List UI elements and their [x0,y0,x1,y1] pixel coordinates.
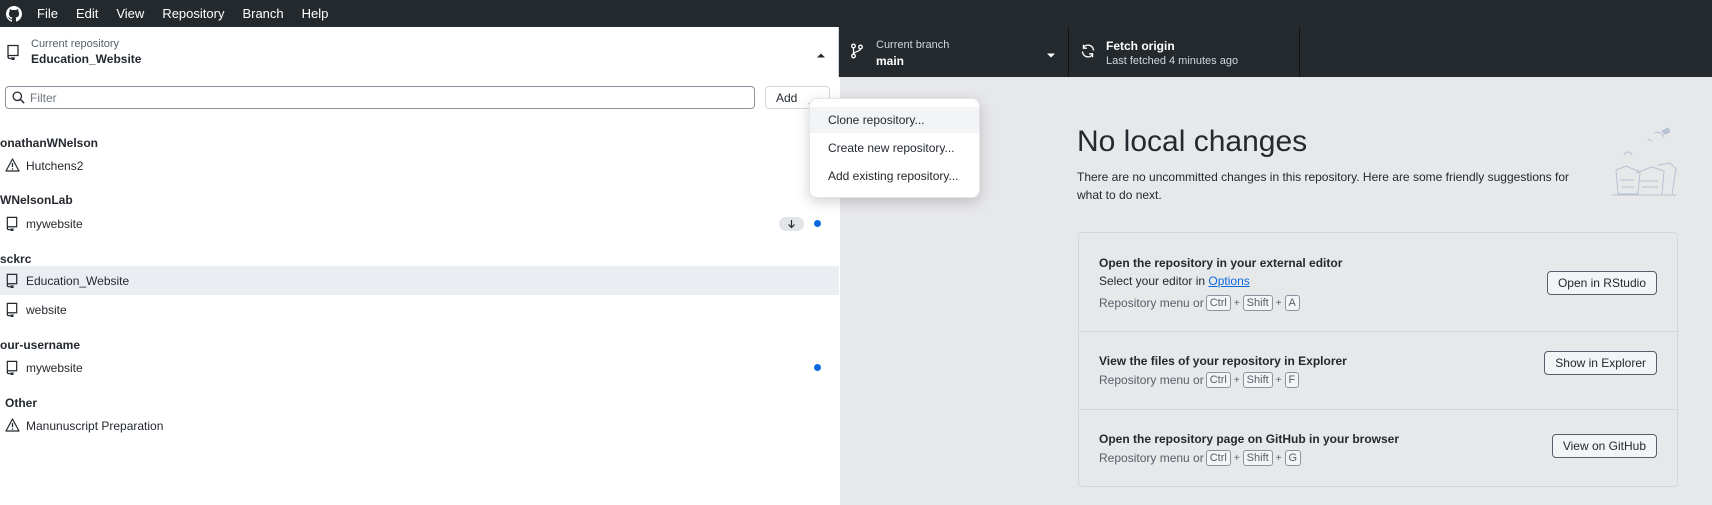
key-shift: Shift [1242,450,1273,466]
repo-name: Education_Website [26,274,130,288]
list-item-website[interactable]: website [0,295,839,324]
plus-sign: + [1275,452,1282,464]
group-header: our-username [0,338,81,352]
repo-icon [5,302,19,320]
github-logo-icon [0,0,28,27]
last-fetched-text: Last fetched 4 minutes ago [1106,55,1239,67]
list-item-manuscript-preparation[interactable]: Manunuscript Preparation [0,411,839,440]
search-icon [12,91,25,107]
fetch-origin-button[interactable]: Fetch origin Last fetched 4 minutes ago [1070,27,1300,77]
options-link[interactable]: Options [1208,274,1249,288]
page-title: No local changes [1077,125,1308,158]
key-shift: Shift [1242,372,1273,388]
current-repository-value: Education_Website [31,52,142,66]
key-ctrl: Ctrl [1205,295,1231,311]
repo-name: Manunuscript Preparation [26,419,164,433]
plus-sign: + [1233,374,1240,386]
open-in-rstudio-button[interactable]: Open in RStudio [1546,271,1657,295]
list-item-mywebsite[interactable]: mywebsite [0,209,839,238]
menu-repository[interactable]: Repository [153,0,233,27]
page-description: There are no uncommitted changes in this… [1077,170,1570,202]
list-item-mywebsite[interactable]: mywebsite [0,353,839,382]
list-item-hutchens2[interactable]: Hutchens2 [0,151,839,180]
suggestion-title: View the files of your repository in Exp… [1099,354,1347,368]
show-in-explorer-button[interactable]: Show in Explorer [1544,351,1657,375]
plus-sign: + [1275,297,1282,309]
repo-name: mywebsite [26,361,83,375]
suggestion-title: Open the repository in your external edi… [1099,256,1343,270]
filter-placeholder: Filter [30,91,57,105]
menu-file[interactable]: File [28,0,67,27]
menu-bar: File Edit View Repository Branch Help [0,0,1712,27]
current-branch-value: main [876,54,905,68]
key-f: F [1284,372,1300,388]
menu-branch[interactable]: Branch [233,0,292,27]
caret-up-icon [816,47,826,61]
menu-help[interactable]: Help [293,0,338,27]
changes-indicator-dot [814,364,821,371]
suggestion-view-github: Open the repository page on GitHub in yo… [1079,410,1677,487]
caret-down-icon [1046,48,1056,62]
current-branch-label: Current branch [876,39,950,51]
key-g: G [1284,450,1302,466]
empty-state-illustration-icon [1602,125,1682,204]
group-header: WNelsonLab [0,193,73,207]
git-branch-icon [850,43,864,62]
key-shift: Shift [1242,295,1273,311]
changes-indicator-dot [814,220,821,227]
shortcut-prefix: Repository menu or [1099,296,1204,310]
suggestion-show-explorer: View the files of your repository in Exp… [1079,332,1677,410]
menu-edit[interactable]: Edit [67,0,107,27]
warning-icon [5,418,20,435]
shortcut-hint: Repository menu or Ctrl + Shift + A [1099,295,1300,311]
warning-icon [5,158,20,175]
shortcut-prefix: Repository menu or [1099,451,1204,465]
suggestions-box: Open the repository in your external edi… [1078,232,1678,487]
toolbar: Current repository Education_Website Cur… [0,27,1712,77]
suggestion-open-editor: Open the repository in your external edi… [1079,233,1677,332]
repo-icon [5,360,19,378]
repo-icon [5,273,19,291]
key-a: A [1284,295,1300,311]
repo-name: website [26,303,67,317]
repo-icon [5,216,19,234]
create-new-repository-option[interactable]: Create new repository... [810,135,979,161]
group-header: sckrc [0,252,32,266]
menu-view[interactable]: View [107,0,153,27]
add-existing-repository-option[interactable]: Add existing repository... [810,163,979,189]
plus-sign: + [1233,297,1240,309]
suggestion-line: Select your editor in Options [1099,274,1250,288]
plus-sign: + [1233,452,1240,464]
add-button-label: Add [776,91,798,105]
repo-name: mywebsite [26,217,83,231]
key-ctrl: Ctrl [1205,450,1231,466]
repo-icon [6,44,20,63]
suggestion-title: Open the repository page on GitHub in yo… [1099,432,1400,446]
plus-sign: + [1275,374,1282,386]
view-on-github-button[interactable]: View on GitHub [1551,434,1657,458]
behind-arrow-icon [779,217,804,231]
repository-list-panel: Filter Add onathanWNelson Hutchens2 WNel… [0,77,839,505]
list-item-education-website[interactable]: Education_Website [0,266,839,295]
suggestion-line-text: Select your editor in [1099,274,1209,288]
sync-icon [1080,43,1096,62]
repo-name: Hutchens2 [26,159,84,173]
key-ctrl: Ctrl [1205,372,1231,388]
filter-input[interactable]: Filter [5,86,755,109]
shortcut-hint: Repository menu or Ctrl + Shift + G [1099,450,1302,466]
shortcut-prefix: Repository menu or [1099,373,1204,387]
group-header: Other [5,396,38,410]
shortcut-hint: Repository menu or Ctrl + Shift + F [1099,372,1300,388]
add-dropdown-menu: Clone repository... Create new repositor… [809,98,980,198]
clone-repository-option[interactable]: Clone repository... [810,107,979,133]
current-repository-button[interactable]: Current repository Education_Website [0,27,839,77]
current-branch-button[interactable]: Current branch main [840,27,1069,77]
current-repository-label: Current repository [31,38,120,50]
group-header: onathanWNelson [0,136,98,150]
fetch-origin-label: Fetch origin [1106,39,1175,53]
